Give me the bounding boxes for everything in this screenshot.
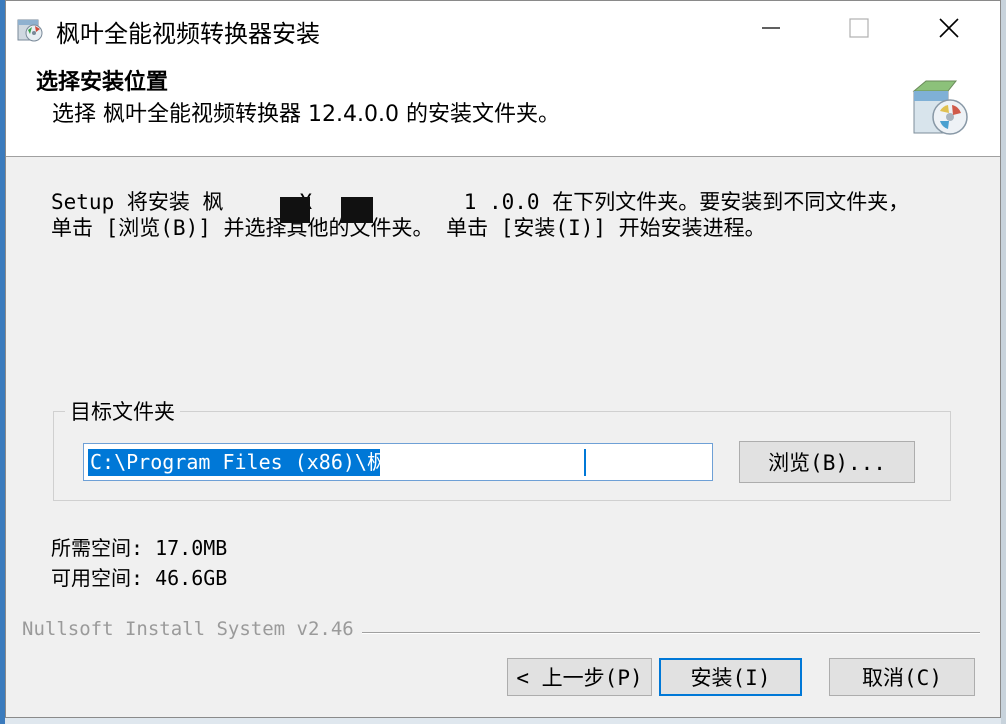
maximize-icon bbox=[849, 18, 869, 38]
browse-button[interactable]: 浏览(B)... bbox=[739, 441, 915, 483]
destination-path-input[interactable]: C:\Program Files (x86)\枫 bbox=[83, 443, 713, 481]
installer-window: 枫叶全能视频转换器安装 选择安装位置 选择 枫叶全能视频转换器 12.4.0.0… bbox=[5, 0, 1001, 718]
background-right-edge bbox=[1001, 0, 1006, 724]
page-header: 选择安装位置 选择 枫叶全能视频转换器 12.4.0.0 的安装文件夹。 bbox=[6, 59, 1000, 157]
window-title: 枫叶全能视频转换器安装 bbox=[56, 20, 320, 48]
page-subtitle: 选择 枫叶全能视频转换器 12.4.0.0 的安装文件夹。 bbox=[52, 102, 560, 127]
description-line-1: Setup 将安装 枫 X 1 .0.0 在下列文件夹。要安装到不同文件夹， bbox=[51, 190, 910, 214]
back-button[interactable]: < 上一步(P) bbox=[507, 658, 652, 696]
minimize-button[interactable] bbox=[726, 1, 816, 55]
install-button[interactable]: 安装(I) bbox=[659, 658, 802, 696]
space-available: 可用空间: 46.6GB bbox=[51, 566, 228, 590]
destination-group-label: 目标文件夹 bbox=[65, 399, 180, 425]
redacted-path-area bbox=[380, 449, 584, 476]
redacted-block bbox=[341, 197, 373, 223]
minimize-icon bbox=[762, 27, 780, 29]
redacted-block bbox=[280, 197, 310, 223]
page-title: 选择安装位置 bbox=[36, 70, 169, 95]
cancel-button[interactable]: 取消(C) bbox=[829, 658, 975, 696]
space-required: 所需空间: 17.0MB bbox=[51, 536, 228, 560]
maximize-button[interactable] bbox=[814, 1, 904, 55]
close-button[interactable] bbox=[904, 1, 994, 55]
installer-disc-icon bbox=[17, 19, 43, 42]
nsis-branding: Nullsoft Install System v2.46 bbox=[22, 616, 362, 642]
close-icon bbox=[939, 18, 959, 38]
title-bar[interactable]: 枫叶全能视频转换器安装 bbox=[6, 1, 1000, 59]
description-line-2: 单击 [浏览(B)] 并选择其他的文件夹。 单击 [安装(I)] 开始安装进程。 bbox=[51, 216, 766, 240]
installer-box-icon bbox=[912, 80, 968, 135]
description-text: Setup 将安装 枫 X 1 .0.0 在下列文件夹。要安装到不同文件夹， 单… bbox=[51, 189, 909, 241]
